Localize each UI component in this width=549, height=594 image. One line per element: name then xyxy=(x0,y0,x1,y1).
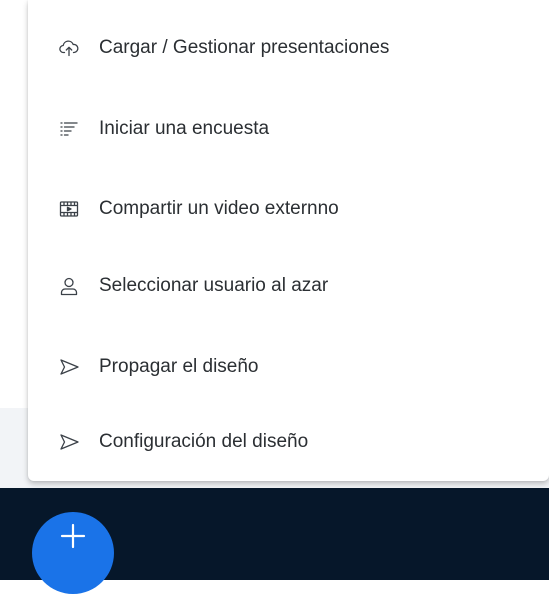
menu-item-label: Iniciar una encuesta xyxy=(99,118,270,139)
video-icon xyxy=(58,198,80,220)
menu-item-label: Seleccionar usuario al azar xyxy=(99,275,329,296)
menu-item-layout-settings[interactable]: Configuración del diseño xyxy=(28,403,549,481)
menu-item-propagate-layout[interactable]: Propagar el diseño xyxy=(28,328,549,406)
menu-item-label: Propagar el diseño xyxy=(99,356,259,377)
actions-plus-button[interactable] xyxy=(32,512,114,594)
menu-item-share-external-video[interactable]: Compartir un video externno xyxy=(28,170,549,248)
send-icon xyxy=(58,431,80,453)
menu-item-start-poll[interactable]: Iniciar una encuesta xyxy=(28,90,549,168)
cloud-upload-icon xyxy=(58,37,80,59)
menu-item-label: Configuración del diseño xyxy=(99,431,309,452)
menu-item-upload-presentations[interactable]: Cargar / Gestionar presentaciones xyxy=(28,9,549,87)
menu-item-label: Cargar / Gestionar presentaciones xyxy=(99,37,390,58)
user-icon xyxy=(58,275,80,297)
send-icon xyxy=(58,356,80,378)
plus-icon xyxy=(60,523,86,549)
poll-list-icon xyxy=(58,118,80,140)
menu-item-label: Compartir un video externno xyxy=(99,198,339,219)
actions-menu: Cargar / Gestionar presentaciones Inicia… xyxy=(28,0,549,481)
menu-item-select-random-user[interactable]: Seleccionar usuario al azar xyxy=(28,247,549,325)
